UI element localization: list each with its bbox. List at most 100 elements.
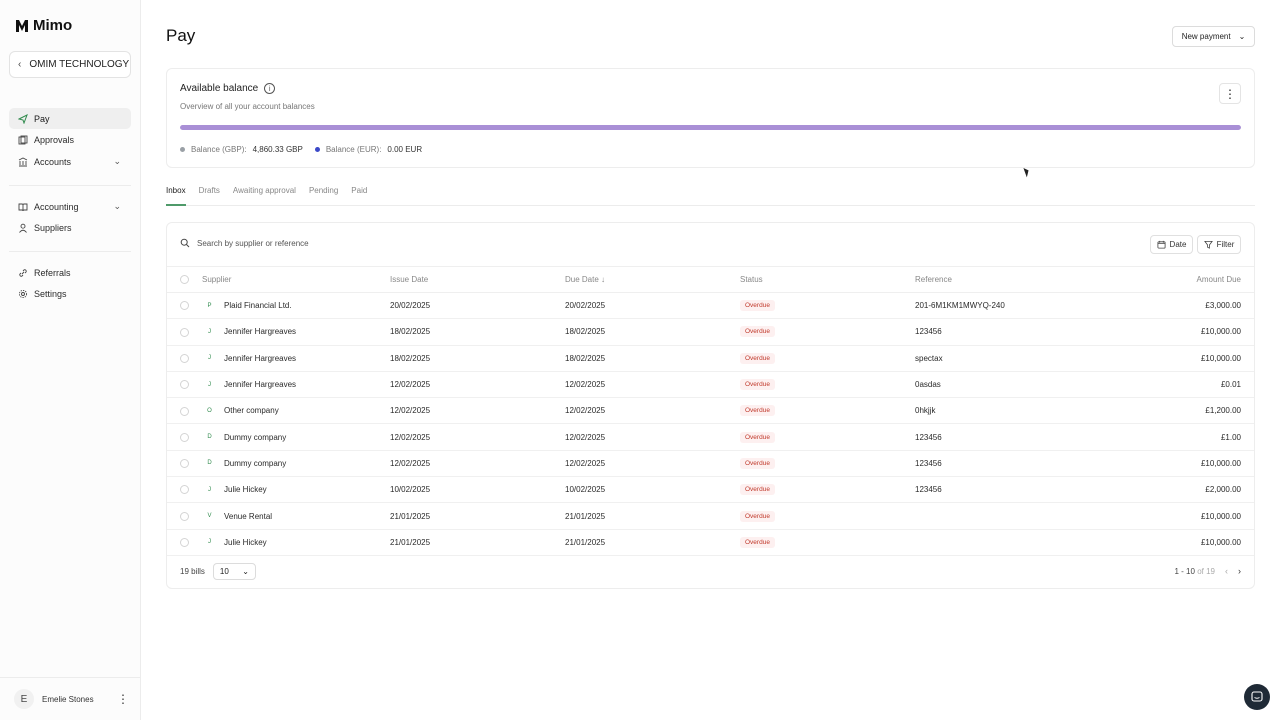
- row-checkbox[interactable]: [180, 327, 189, 337]
- supplier-initial: D: [207, 434, 212, 441]
- amount-due: £1,200.00: [1205, 406, 1241, 416]
- filter-icon: [1203, 240, 1213, 249]
- supplier: J Julie Hickey: [202, 485, 390, 494]
- amount-due: £3,000.00: [1205, 301, 1241, 311]
- tab-inbox[interactable]: Inbox: [166, 182, 186, 206]
- sidebar-item-accounts[interactable]: Accounts ⌄: [9, 151, 131, 172]
- balance-heading: Available balance i: [180, 83, 276, 94]
- table-row[interactable]: J Jennifer Hargreaves 18/02/2025 18/02/2025…: [167, 319, 1254, 346]
- status-cell: Overdue: [740, 345, 915, 371]
- row-select-cell: [167, 503, 202, 529]
- page-size-select[interactable]: 10 ⌄: [212, 563, 256, 580]
- sidebar-item-suppliers[interactable]: Suppliers: [9, 218, 131, 239]
- due-date: 18/02/2025: [565, 353, 606, 363]
- next-page-button[interactable]: ›: [1238, 566, 1241, 576]
- more-vertical-icon[interactable]: ⋮: [117, 692, 129, 706]
- search-placeholder: Search by supplier or reference: [197, 238, 309, 248]
- row-checkbox[interactable]: [180, 485, 189, 495]
- tab-paid[interactable]: Paid: [351, 182, 367, 206]
- organization-name: OMIM TECHNOLOGY ...: [29, 59, 131, 70]
- amount-due: £10,000.00: [1200, 327, 1241, 337]
- column-amount-due[interactable]: Amount Due: [1090, 267, 1254, 293]
- supplier: J Jennifer Hargreaves: [202, 327, 390, 336]
- status-badge: Overdue: [740, 431, 775, 443]
- gbp-dot: [180, 147, 185, 152]
- row-checkbox[interactable]: [180, 432, 189, 442]
- supplier-name: Dummy company: [224, 432, 287, 442]
- table-row[interactable]: V Venue Rental 21/01/2025 21/01/2025 Overdue…: [167, 503, 1254, 530]
- supplier: D Dummy company: [202, 459, 390, 468]
- organization-switcher[interactable]: ‹ OMIM TECHNOLOGY ...: [9, 51, 131, 78]
- new-payment-button[interactable]: New payment ⌄: [1172, 26, 1255, 47]
- status-badge: Overdue: [740, 536, 775, 548]
- row-select-cell: [167, 345, 202, 371]
- table-row[interactable]: J Julie Hickey 21/01/2025 21/01/2025 Overdue…: [167, 529, 1254, 556]
- filter-button[interactable]: Filter: [1197, 235, 1241, 254]
- user-name: Emelie Stones: [42, 694, 94, 704]
- tab-pending[interactable]: Pending: [309, 182, 338, 206]
- status-cell: Overdue: [740, 293, 915, 319]
- row-checkbox[interactable]: [180, 511, 189, 521]
- supplier: P Plaid Financial Ltd.: [202, 301, 390, 310]
- select-all-checkbox[interactable]: [180, 275, 189, 285]
- sidebar-item-accounting[interactable]: Accounting ⌄: [9, 196, 131, 217]
- user-menu[interactable]: E Emelie Stones ⋮: [14, 688, 129, 710]
- sidebar-item-pay[interactable]: Pay: [9, 108, 131, 129]
- table-row[interactable]: P Plaid Financial Ltd. 20/02/2025 20/02/202…: [167, 293, 1254, 319]
- row-checkbox[interactable]: [180, 301, 189, 311]
- row-checkbox[interactable]: [180, 538, 189, 548]
- column-status[interactable]: Status: [740, 267, 915, 293]
- balance-more-button[interactable]: ⋮: [1219, 83, 1241, 104]
- supplier-name: Julie Hickey: [224, 485, 267, 495]
- table-row[interactable]: D Dummy company 12/02/2025 12/02/2025 Overdu…: [167, 424, 1254, 451]
- chat-launcher-button[interactable]: [1244, 684, 1270, 710]
- column-reference[interactable]: Reference: [915, 267, 1090, 293]
- book-icon: [18, 202, 28, 212]
- row-checkbox[interactable]: [180, 380, 189, 390]
- row-checkbox[interactable]: [180, 406, 189, 416]
- previous-page-button[interactable]: ‹: [1225, 566, 1228, 576]
- tab-awaiting-approval[interactable]: Awaiting approval: [233, 182, 296, 206]
- row-checkbox[interactable]: [180, 353, 189, 363]
- column-issue-date[interactable]: Issue Date: [390, 267, 565, 293]
- app-logo[interactable]: Mimo: [15, 17, 72, 34]
- tab-drafts[interactable]: Drafts: [199, 182, 220, 206]
- date-filter-button[interactable]: Date: [1150, 235, 1193, 254]
- status-badge: Overdue: [740, 352, 775, 364]
- reference: 123456: [915, 432, 942, 442]
- search-input[interactable]: Search by supplier or reference: [180, 238, 309, 248]
- info-icon[interactable]: i: [264, 83, 276, 94]
- column-supplier[interactable]: Supplier: [202, 267, 390, 293]
- due-date: 10/02/2025: [565, 485, 606, 495]
- due-date: 12/02/2025: [565, 406, 606, 416]
- search-icon: [180, 238, 190, 248]
- supplier-initial: O: [207, 407, 212, 414]
- sidebar-item-settings[interactable]: Settings: [9, 284, 131, 305]
- table-row[interactable]: D Dummy company 12/02/2025 12/02/2025 Overdu…: [167, 450, 1254, 477]
- row-checkbox[interactable]: [180, 459, 189, 469]
- sidebar-item-referrals[interactable]: Referrals: [9, 262, 131, 283]
- table-row[interactable]: O Other company 12/02/2025 12/02/2025 Overdu…: [167, 398, 1254, 424]
- status-badge: Overdue: [740, 457, 775, 469]
- table-row[interactable]: J Julie Hickey 10/02/2025 10/02/2025 Overdue…: [167, 477, 1254, 503]
- table-row[interactable]: J Jennifer Hargreaves 18/02/2025 18/02/2025…: [167, 345, 1254, 372]
- status-badge: Overdue: [740, 510, 775, 522]
- chevron-down-icon: ⌄: [113, 201, 121, 211]
- table-header-row: Supplier Issue Date Due Date ↓ Status Re…: [167, 266, 1254, 293]
- status-badge: Overdue: [740, 379, 775, 391]
- amount-due: £10,000.00: [1200, 511, 1241, 521]
- sidebar-item-approvals[interactable]: Approvals: [9, 130, 131, 151]
- column-due-date[interactable]: Due Date ↓: [565, 267, 740, 293]
- sidebar: Mimo ‹ OMIM TECHNOLOGY ... Pay Approvals…: [0, 0, 141, 720]
- calendar-icon: [1157, 240, 1166, 249]
- table-row[interactable]: J Jennifer Hargreaves 12/02/2025 12/02/2025…: [167, 371, 1254, 398]
- supplier-initial: J: [208, 381, 211, 388]
- filter-label: Filter: [1216, 240, 1235, 249]
- balance-gbp: Balance (GBP): 4,860.33 GBP: [180, 145, 303, 154]
- date-filter-label: Date: [1169, 240, 1187, 249]
- sidebar-item-label: Approvals: [34, 135, 75, 145]
- status-cell: Overdue: [740, 319, 915, 345]
- supplier-name: Jennifer Hargreaves: [224, 327, 297, 337]
- sidebar-item-label: Referrals: [34, 267, 71, 278]
- avatar: E: [14, 689, 34, 709]
